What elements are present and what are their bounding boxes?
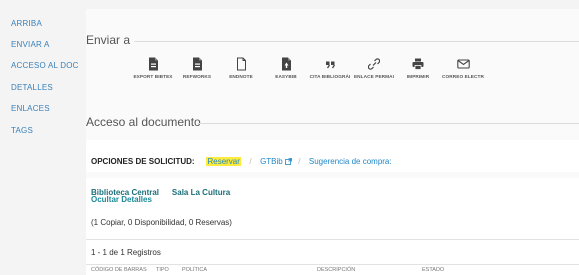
sidebar: ARRIBA ENVIAR A ACCESO AL DOCUM DETALLES… — [0, 0, 89, 275]
endnote-file-icon — [236, 57, 246, 71]
column-header-status[interactable]: ESTADO — [422, 267, 444, 273]
column-header-description[interactable]: DESCRIPCIÓN — [317, 267, 355, 273]
link-icon — [368, 58, 380, 70]
envelope-icon — [456, 59, 470, 69]
correo-electronico-button[interactable]: CORREO ELECTR — [433, 57, 493, 79]
record-panel: Enviar a EXPORT BIBTEX REFWORKS ENDNOTE — [86, 9, 579, 275]
library-location: Sala La Cultura — [171, 188, 231, 197]
printer-icon — [412, 58, 424, 70]
separator: / — [249, 157, 252, 166]
refworks-file-icon — [192, 57, 202, 71]
access-section-rule — [198, 123, 579, 124]
easybib-file-icon — [281, 57, 291, 71]
bibtex-file-icon — [148, 57, 158, 71]
hide-details-link[interactable]: Ocultar Detalles — [91, 195, 152, 204]
external-link-icon — [285, 157, 292, 165]
access-section-title: Acceso al documento — [86, 115, 201, 129]
reserve-link[interactable]: Reservar — [206, 157, 241, 166]
column-header-policy[interactable]: POLÍTICA — [182, 267, 207, 273]
request-options-label: OPCIONES DE SOLICITUD: — [91, 157, 195, 166]
main-content: Enviar a EXPORT BIBTEX REFWORKS ENDNOTE — [78, 0, 579, 275]
gtbib-link[interactable]: GTBib — [260, 157, 294, 166]
divider — [86, 264, 579, 265]
copies-summary: (1 Copiar, 0 Disponibilidad, 0 Reservas) — [91, 218, 232, 227]
column-header-barcode[interactable]: CÓDIGO DE BARRAS — [91, 267, 147, 273]
purchase-suggestion-link[interactable]: Sugerencia de compra: — [309, 157, 392, 166]
divider — [86, 239, 579, 240]
separator: / — [298, 157, 301, 166]
holdings-card: Biblioteca Central Sala La Cultura Ocult… — [86, 178, 579, 275]
request-options-bar: OPCIONES DE SOLICITUD: Reservar / GTBib … — [86, 140, 579, 172]
records-count: 1 - 1 de 1 Registros — [91, 248, 161, 257]
send-section-title: Enviar a — [86, 33, 131, 47]
send-section-rule — [134, 41, 579, 42]
quote-icon — [325, 61, 335, 69]
column-header-type[interactable]: TIPO — [156, 267, 169, 273]
